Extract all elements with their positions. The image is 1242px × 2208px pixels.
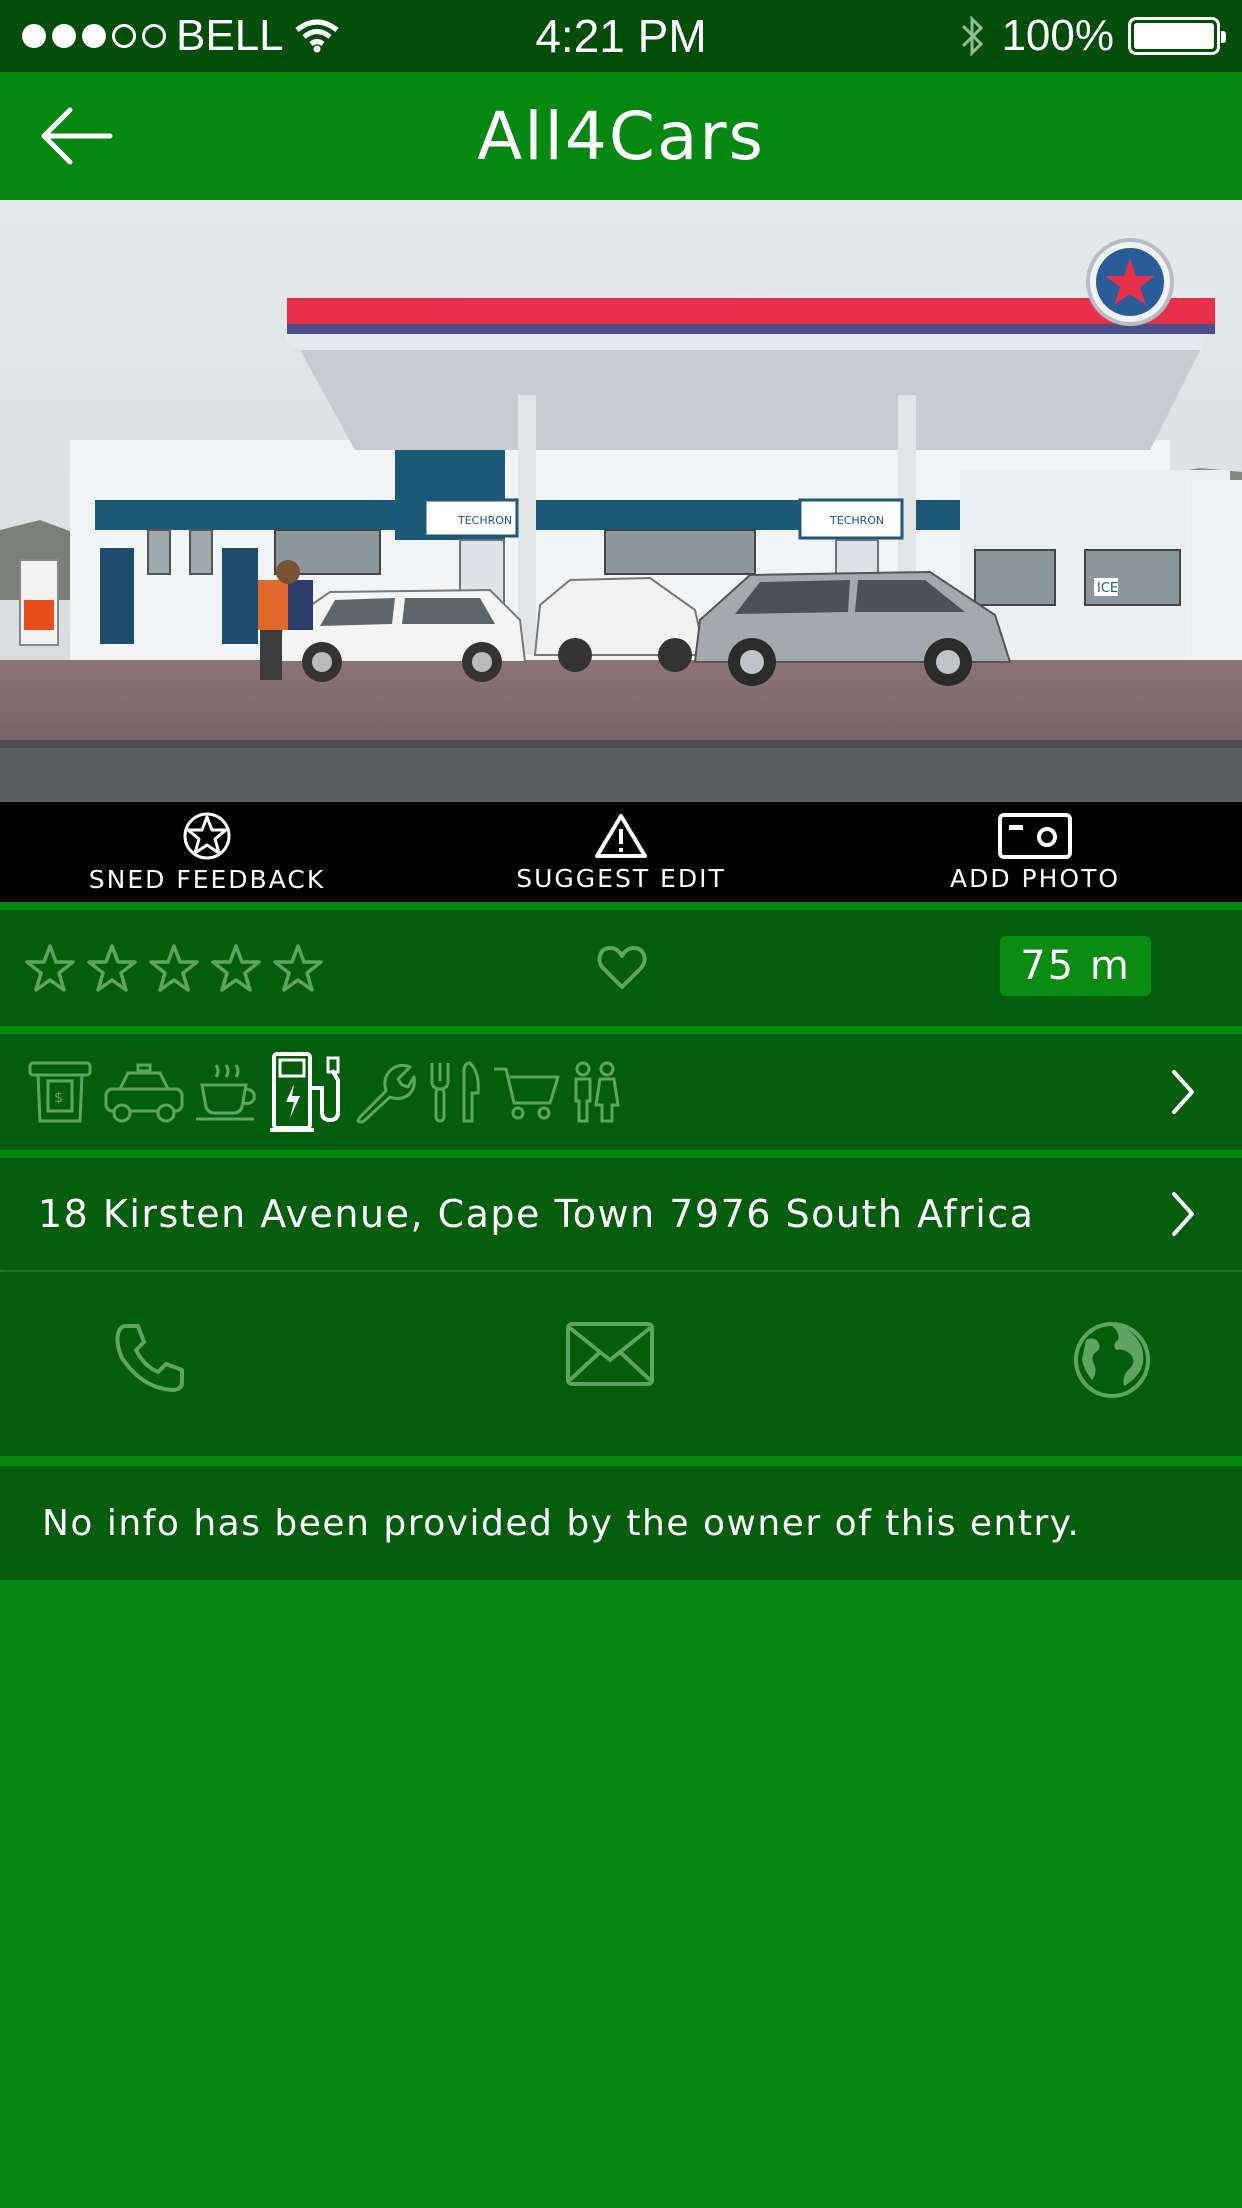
add-photo-label: ADD PHOTO (949, 863, 1121, 893)
star-icon[interactable] (272, 943, 324, 993)
rating-row: 75 m (0, 910, 1242, 1026)
restroom-icon (574, 1061, 620, 1123)
action-bar: SNED FEEDBACK SUGGEST EDIT ADD PHOTO (0, 802, 1242, 902)
carrier-name: BELL (176, 11, 284, 60)
status-right: 100% (957, 11, 1226, 61)
distance-badge: 75 m (1000, 936, 1151, 996)
warning-triangle-icon (595, 813, 647, 858)
wrench-icon (356, 1063, 416, 1124)
atm-icon: $ (28, 1061, 92, 1123)
suggest-edit-label: SUGGEST EDIT (516, 863, 726, 893)
address-text: 18 Kirsten Avenue, Cape Town 7976 South … (38, 1192, 1035, 1236)
svg-text:$: $ (54, 1090, 63, 1106)
ev-charging-icon (270, 1052, 340, 1132)
chevron-right-icon[interactable] (1168, 1190, 1198, 1238)
arrow-left-icon (41, 107, 113, 165)
pump-sign-right: TECHRON (829, 514, 884, 527)
restaurant-icon (430, 1061, 480, 1123)
nav-bar: All4Cars (0, 72, 1242, 200)
station-photo: ICE TECHRON TECHRON (0, 200, 1242, 802)
info-text: No info has been provided by the owner o… (42, 1502, 1081, 1544)
camera-icon (998, 812, 1072, 859)
suggest-edit-button[interactable]: SUGGEST EDIT (414, 802, 828, 902)
signal-strength-icon (22, 24, 166, 48)
star-icon[interactable] (24, 943, 76, 993)
pump-sign-left: TECHRON (457, 514, 512, 527)
wifi-icon (295, 19, 339, 53)
star-icon[interactable] (86, 943, 138, 993)
amenities-row[interactable]: $ (0, 1034, 1242, 1150)
cart-icon (494, 1067, 560, 1120)
address-row[interactable]: 18 Kirsten Avenue, Cape Town 7976 South … (0, 1158, 1242, 1270)
info-row: No info has been provided by the owner o… (0, 1466, 1242, 1580)
bluetooth-icon (962, 15, 984, 57)
send-feedback-button[interactable]: SNED FEEDBACK (0, 802, 414, 902)
add-photo-button[interactable]: ADD PHOTO (828, 802, 1242, 902)
chevron-right-icon[interactable] (1168, 1068, 1198, 1116)
send-feedback-label: SNED FEEDBACK (88, 864, 326, 894)
coffee-icon (196, 1064, 256, 1121)
taxi-icon (104, 1063, 184, 1123)
heart-icon[interactable] (596, 944, 648, 992)
star-rating[interactable] (24, 943, 324, 993)
status-left: BELL (22, 11, 340, 61)
status-bar: BELL 4:21 PM 100% (0, 0, 1242, 72)
globe-icon[interactable] (1072, 1320, 1152, 1400)
shop-sign-label: ICE (1097, 581, 1118, 596)
phone-icon[interactable] (112, 1320, 188, 1396)
email-icon[interactable] (564, 1320, 656, 1390)
page-title: All4Cars (477, 97, 765, 175)
star-icon[interactable] (210, 943, 262, 993)
battery-percent: 100% (1001, 11, 1114, 60)
star-badge-icon (183, 812, 231, 859)
contact-row (0, 1272, 1242, 1456)
star-icon[interactable] (148, 943, 200, 993)
back-button[interactable] (38, 100, 118, 172)
battery-icon (1128, 17, 1226, 55)
